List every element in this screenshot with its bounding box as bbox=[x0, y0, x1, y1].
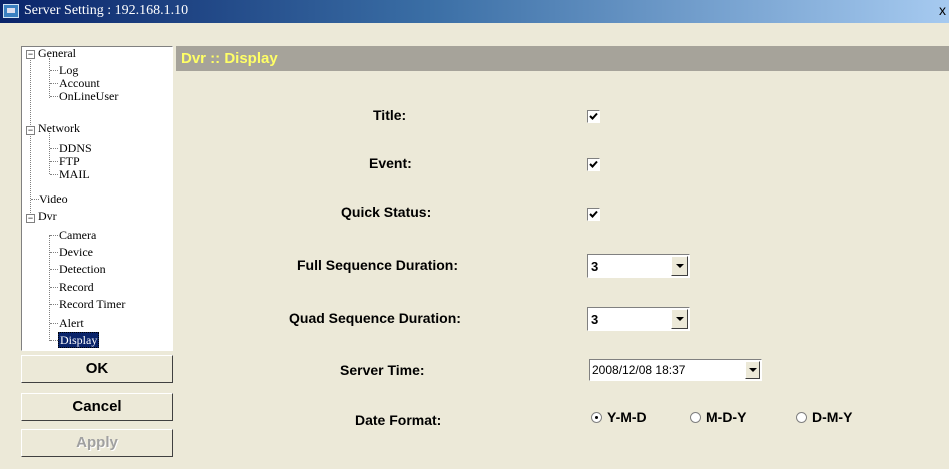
tree-item-display-label[interactable]: Display bbox=[58, 332, 100, 348]
radio-dot-icon[interactable] bbox=[591, 412, 602, 423]
radio-mdy-label: M-D-Y bbox=[706, 409, 747, 425]
event-label: Event: bbox=[369, 155, 412, 171]
server-time-picker[interactable]: 2008/12/08 18:37 bbox=[589, 359, 762, 381]
tree-item-detection[interactable]: Detection bbox=[59, 263, 106, 276]
close-button[interactable]: x bbox=[939, 2, 949, 18]
radio-dot-icon[interactable] bbox=[796, 412, 807, 423]
title-bar: Server Setting : 192.168.1.10 x bbox=[0, 0, 949, 23]
full-sequence-duration-value: 3 bbox=[591, 259, 599, 274]
full-sequence-duration-label: Full Sequence Duration: bbox=[297, 257, 459, 273]
quad-sequence-duration-select[interactable]: 3 bbox=[587, 307, 690, 331]
tree-item-camera[interactable]: Camera bbox=[59, 229, 96, 242]
full-sequence-duration-select[interactable]: 3 bbox=[587, 254, 690, 278]
ok-button[interactable]: OK bbox=[21, 355, 173, 383]
settings-tree: − General Log Account OnLineUser − Netwo… bbox=[21, 46, 173, 351]
tree-item-device[interactable]: Device bbox=[59, 246, 93, 259]
tree-item-general[interactable]: General bbox=[38, 47, 76, 60]
tree-item-video[interactable]: Video bbox=[39, 193, 68, 206]
radio-mdy[interactable]: M-D-Y bbox=[690, 409, 746, 425]
dvr-collapse-icon[interactable]: − bbox=[26, 214, 35, 223]
section-title: Dvr :: Display bbox=[181, 50, 278, 67]
tree-item-record[interactable]: Record bbox=[59, 281, 94, 294]
title-checkbox[interactable] bbox=[587, 110, 600, 123]
chevron-down-icon[interactable] bbox=[671, 309, 688, 329]
quad-sequence-duration-label: Quad Sequence Duration: bbox=[289, 310, 461, 326]
radio-ymd-label: Y-M-D bbox=[607, 409, 647, 425]
radio-dmy[interactable]: D-M-Y bbox=[796, 409, 852, 425]
radio-dot-icon[interactable] bbox=[690, 412, 701, 423]
tree-item-network[interactable]: Network bbox=[38, 122, 80, 135]
tree-item-dvr[interactable]: Dvr bbox=[38, 210, 57, 223]
quick-status-label: Quick Status: bbox=[341, 204, 432, 220]
radio-dmy-label: D-M-Y bbox=[812, 409, 853, 425]
server-app-icon bbox=[3, 4, 19, 18]
tree-item-alert[interactable]: Alert bbox=[59, 317, 84, 330]
tree-item-display[interactable]: Display bbox=[58, 332, 100, 348]
event-checkbox[interactable] bbox=[587, 158, 600, 171]
cancel-button[interactable]: Cancel bbox=[21, 393, 173, 421]
network-collapse-icon[interactable]: − bbox=[26, 126, 35, 135]
tree-item-mail[interactable]: MAIL bbox=[59, 168, 90, 181]
tree-item-online-user[interactable]: OnLineUser bbox=[59, 90, 118, 103]
server-time-label: Server Time: bbox=[340, 362, 425, 378]
apply-button[interactable]: Apply bbox=[21, 429, 173, 457]
title-label: Title: bbox=[373, 107, 407, 123]
quick-status-checkbox[interactable] bbox=[587, 208, 600, 221]
chevron-down-icon[interactable] bbox=[745, 361, 760, 379]
chevron-down-icon[interactable] bbox=[671, 256, 688, 276]
server-time-value: 2008/12/08 18:37 bbox=[592, 363, 686, 377]
section-header: Dvr :: Display bbox=[176, 46, 949, 71]
general-collapse-icon[interactable]: − bbox=[26, 50, 35, 59]
quad-sequence-duration-value: 3 bbox=[591, 312, 599, 327]
date-format-label: Date Format: bbox=[355, 412, 442, 428]
window-title: Server Setting : 192.168.1.10 bbox=[24, 3, 189, 18]
tree-item-record-timer[interactable]: Record Timer bbox=[59, 298, 125, 311]
radio-ymd[interactable]: Y-M-D bbox=[591, 409, 647, 425]
